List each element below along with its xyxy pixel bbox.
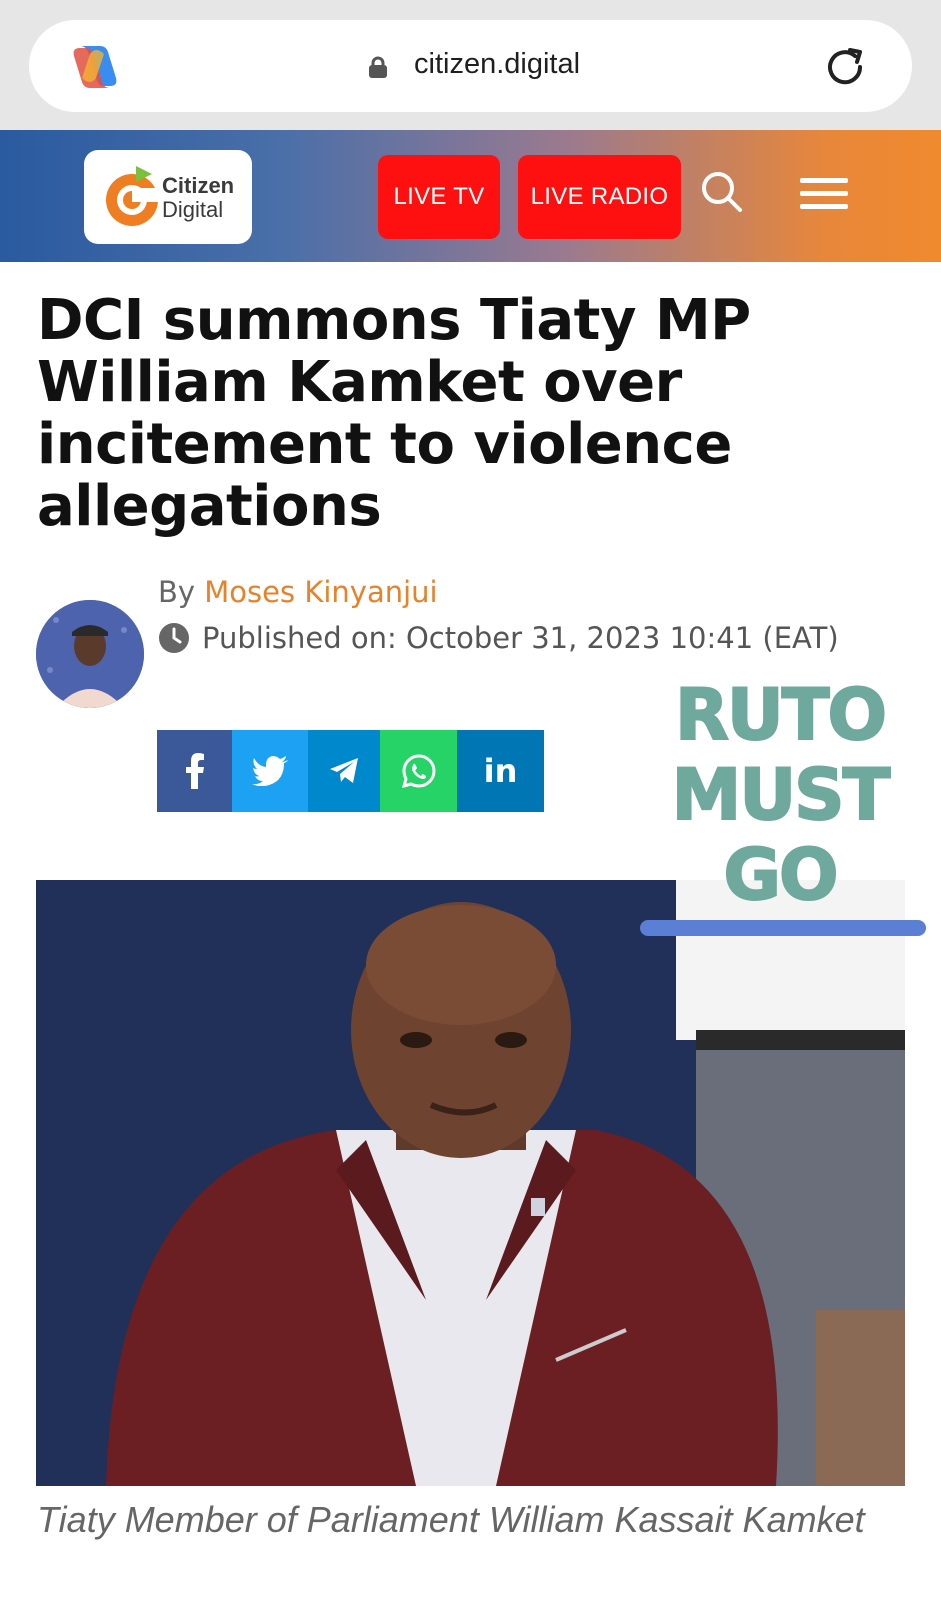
publish-date-text: Published on: October 31, 2023 10:41 (EA… [202, 621, 839, 655]
search-icon[interactable] [698, 168, 746, 216]
byline: By Moses Kinyanjui [158, 575, 438, 609]
lock-icon [369, 56, 387, 78]
sticker-line-2: MUST [671, 754, 892, 836]
publish-date: Published on: October 31, 2023 10:41 (EA… [158, 621, 839, 655]
share-telegram-button[interactable] [308, 730, 380, 812]
share-linkedin-button[interactable]: in [457, 730, 544, 812]
byline-prefix: By [158, 575, 205, 609]
share-twitter-button[interactable] [232, 730, 308, 812]
linkedin-icon: in [483, 752, 518, 790]
author-avatar[interactable] [36, 600, 144, 708]
share-facebook-button[interactable] [157, 730, 232, 812]
twitter-icon [252, 756, 288, 786]
share-buttons: in [157, 730, 544, 812]
reload-icon[interactable] [822, 44, 868, 90]
photo-caption: Tiaty Member of Parliament William Kassa… [37, 1499, 865, 1540]
hamburger-menu-icon[interactable] [798, 174, 850, 214]
logo-mark-icon [106, 166, 162, 226]
live-tv-button[interactable]: LIVE TV [378, 155, 500, 239]
logo-text-citizen: Citizen [162, 173, 235, 198]
citizen-digital-logo[interactable]: Citizen Digital [84, 150, 252, 244]
article-photo[interactable] [36, 880, 905, 1486]
photo-image [36, 880, 905, 1486]
clock-icon [159, 623, 189, 653]
logo-text-digital: Digital [162, 197, 224, 222]
sticker-line-1: RUTO [674, 674, 888, 756]
copilot-icon[interactable] [68, 40, 122, 94]
live-radio-button[interactable]: LIVE RADIO [518, 155, 681, 239]
sticker-underline [640, 920, 926, 936]
telegram-icon [330, 758, 358, 783]
facebook-icon [185, 753, 204, 789]
site-header: Citizen Digital LIVE TV LIVE RADIO [0, 130, 941, 262]
article-headline: DCI summons Tiaty MP William Kamket over… [37, 288, 751, 539]
share-whatsapp-button[interactable] [380, 730, 457, 812]
url-text[interactable]: citizen.digital [414, 48, 580, 81]
sticker-line-3: GO [723, 834, 840, 916]
browser-toolbar: citizen.digital [0, 0, 941, 130]
author-link[interactable]: Moses Kinyanjui [204, 575, 437, 609]
ruto-must-go-sticker: RUTO MUST GO [660, 674, 900, 916]
whatsapp-icon [401, 754, 435, 788]
